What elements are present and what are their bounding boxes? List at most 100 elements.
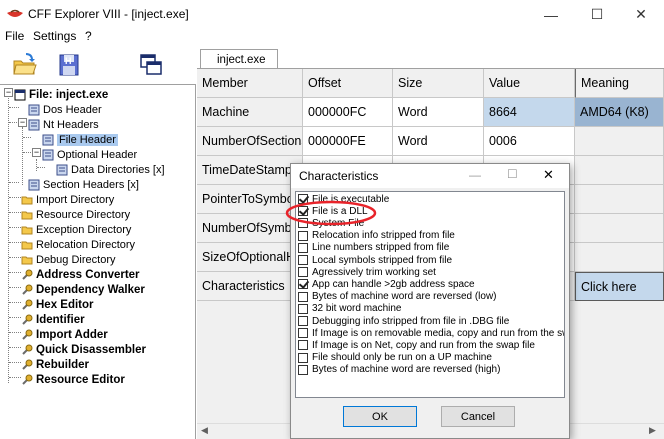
minimize-button[interactable]: — [528, 0, 574, 29]
tree-item[interactable]: Dependency Walker [21, 282, 145, 297]
characteristic-option[interactable]: 32 bit word machine [298, 303, 402, 315]
tool-icon [21, 329, 33, 341]
checkbox[interactable] [298, 291, 308, 302]
tab-inject-exe[interactable]: inject.exe [200, 49, 278, 69]
tree-item-label: Dependency Walker [36, 283, 145, 296]
column-header[interactable]: Member [197, 69, 303, 98]
tree-item-label: Rebuilder [36, 358, 90, 371]
column-header[interactable]: Value [484, 69, 575, 98]
tree-item[interactable]: Debug Directory [21, 252, 115, 267]
characteristic-option[interactable]: File should only be run on a UP machine [298, 352, 492, 364]
dialog-minimize-icon: — [469, 168, 481, 182]
checkbox[interactable] [298, 303, 308, 314]
characteristic-option[interactable]: If Image is on removable media, copy and… [298, 327, 565, 339]
tree-item[interactable]: Hex Editor [21, 297, 94, 312]
header-icon [28, 119, 40, 131]
tool-icon [21, 269, 33, 281]
menu-file[interactable]: File [5, 29, 24, 43]
checkbox[interactable] [298, 352, 308, 363]
option-label: Local symbols stripped from file [312, 254, 453, 266]
tree-item[interactable]: Address Converter [21, 267, 140, 282]
column-header[interactable]: Size [393, 69, 484, 98]
folder-icon [21, 254, 33, 266]
column-header[interactable]: Meaning [575, 69, 664, 98]
tree-item[interactable]: Relocation Directory [21, 237, 135, 252]
cancel-button[interactable]: Cancel [441, 406, 515, 427]
tree-item[interactable]: File Header [42, 132, 118, 147]
dialog-close-icon[interactable]: ✕ [543, 167, 554, 183]
file-icon [14, 89, 26, 101]
tree-item[interactable]: File: inject.exe [14, 87, 108, 102]
tree-item-label: Nt Headers [43, 118, 99, 131]
tree-item[interactable]: Section Headers [x] [28, 177, 139, 192]
dialog-maximize-icon: ☐ [507, 167, 518, 181]
grid-cell[interactable]: Click here [575, 272, 664, 301]
tree-item[interactable]: Import Adder [21, 327, 108, 342]
checkbox[interactable] [298, 255, 308, 265]
scroll-left-icon[interactable]: ◀ [201, 425, 208, 436]
grid-cell[interactable]: 0006 [484, 127, 575, 156]
checkbox[interactable] [298, 267, 308, 278]
tree-item[interactable]: Nt Headers [28, 117, 99, 132]
tree-item-label: Debug Directory [36, 253, 116, 266]
characteristic-option[interactable]: If Image is on Net, copy and run from th… [298, 339, 535, 351]
grid-cell: NumberOfSections [197, 127, 303, 156]
tree-item[interactable]: Rebuilder [21, 357, 89, 372]
menu-settings[interactable]: Settings [33, 29, 76, 43]
tree-item[interactable]: Dos Header [28, 102, 102, 117]
svg-text:H: H [65, 56, 72, 66]
checkbox[interactable] [298, 242, 308, 253]
tree-item[interactable]: Resource Editor [21, 372, 125, 387]
collapse-nt-headers-toggle[interactable]: − [18, 118, 27, 127]
tree-item[interactable]: Quick Disassembler [21, 342, 146, 357]
option-label: Relocation info stripped from file [312, 230, 455, 242]
header-icon [28, 104, 40, 116]
characteristic-option[interactable]: App can handle >2gb address space [298, 278, 475, 290]
tree-item[interactable]: Data Directories [x] [56, 162, 165, 177]
windows-cascade-icon[interactable] [138, 52, 164, 78]
grid-cell [575, 185, 664, 214]
checkbox[interactable] [298, 279, 308, 290]
option-label: If Image is on removable media, copy and… [312, 327, 565, 339]
option-label: Debugging info stripped from file in .DB… [312, 315, 510, 327]
characteristic-option[interactable]: Local symbols stripped from file [298, 254, 452, 266]
characteristic-option[interactable]: Debugging info stripped from file in .DB… [298, 315, 509, 327]
open-folder-icon[interactable] [12, 52, 38, 78]
collapse-optional-header-toggle[interactable]: − [32, 148, 41, 157]
tree-item[interactable]: Import Directory [21, 192, 114, 207]
scroll-right-icon[interactable]: ▶ [649, 425, 656, 436]
ok-button[interactable]: OK [343, 406, 417, 427]
characteristics-dialog: Characteristics — ☐ ✕ File is executable… [285, 163, 570, 439]
close-button[interactable]: ✕ [618, 0, 664, 29]
checkbox[interactable] [298, 328, 308, 339]
option-label: 32 bit word machine [312, 303, 402, 315]
checkbox[interactable] [298, 364, 308, 375]
window-title: CFF Explorer VIII - [inject.exe] [28, 7, 189, 21]
tool-icon [21, 359, 33, 371]
tree-item-label: Resource Directory [36, 208, 131, 221]
tree-item[interactable]: Identifier [21, 312, 85, 327]
characteristic-option[interactable]: Bytes of machine word are reversed (low) [298, 291, 497, 303]
save-disk-icon[interactable]: H [56, 52, 82, 78]
characteristic-option[interactable]: Agressively trim working set [298, 266, 436, 278]
menu-help[interactable]: ? [85, 29, 92, 43]
maximize-button[interactable]: ☐ [574, 0, 620, 29]
column-header[interactable]: Offset [303, 69, 393, 98]
checkbox[interactable] [298, 340, 308, 351]
option-label: Bytes of machine word are reversed (low) [312, 291, 497, 303]
tree-item[interactable]: Resource Directory [21, 207, 130, 222]
characteristic-option[interactable]: Line numbers stripped from file [298, 242, 449, 254]
characteristic-option[interactable]: Relocation info stripped from file [298, 230, 455, 242]
characteristic-option[interactable]: Bytes of machine word are reversed (high… [298, 364, 500, 376]
collapse-root-toggle[interactable]: − [4, 88, 13, 97]
checkbox[interactable] [298, 316, 308, 326]
grid-cell: Characteristics [197, 272, 303, 301]
tree-item-label: Address Converter [36, 268, 140, 281]
menu-bar: File Settings ? [0, 29, 664, 45]
tree-item[interactable]: Optional Header [42, 147, 137, 162]
tree-item-label: File: inject.exe [29, 88, 109, 101]
grid-cell[interactable]: 8664 [484, 98, 575, 127]
checkbox[interactable] [298, 230, 308, 241]
tree-item[interactable]: Exception Directory [21, 222, 131, 237]
tree-item-label: Import Directory [36, 193, 115, 206]
